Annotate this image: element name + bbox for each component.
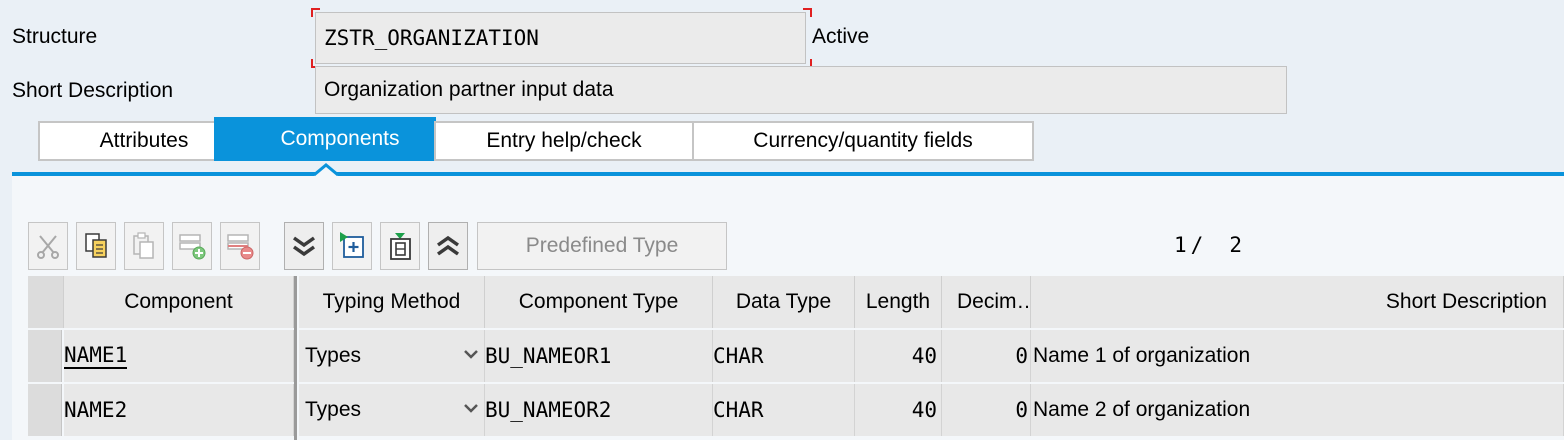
chevron-down-icon[interactable] — [464, 350, 478, 360]
typing-method-value: Types — [305, 344, 362, 367]
expand-all-icon — [292, 236, 316, 257]
column-header-decimals[interactable]: Decim… — [942, 276, 1038, 328]
delete-row-button[interactable] — [220, 222, 260, 270]
insert-icon — [340, 232, 364, 258]
column-header-label: Data Type — [735, 290, 832, 313]
cell-short-description[interactable]: Name 1 of organization — [1031, 330, 1564, 382]
predefined-type-button[interactable]: Predefined Type — [477, 222, 727, 270]
cell-typing-method[interactable]: Types — [299, 330, 485, 382]
column-header-label: Component Type — [518, 290, 679, 313]
column-header-component-type[interactable]: Component Type — [485, 276, 713, 328]
tab-attributes[interactable]: Attributes — [38, 121, 216, 161]
decimals-value: 0 — [1015, 344, 1028, 368]
fixed-column-separator[interactable] — [294, 276, 297, 440]
length-value: 40 — [911, 344, 937, 368]
structure-name-field[interactable]: ZSTR_ORGANIZATION — [315, 12, 806, 64]
predefined-type-label: Predefined Type — [525, 234, 679, 257]
cut-button[interactable] — [28, 222, 68, 270]
column-header-label: Decim… — [957, 290, 1038, 313]
component-value: NAME2 — [64, 398, 128, 422]
page-total: 2 — [1229, 233, 1242, 257]
copy-button[interactable] — [76, 222, 116, 270]
column-header-data-type[interactable]: Data Type — [713, 276, 855, 328]
cell-component[interactable]: NAME1 — [64, 330, 294, 382]
column-header-component[interactable]: Component — [64, 276, 294, 328]
decimals-value: 0 — [1015, 398, 1028, 422]
collapse-all-icon — [436, 235, 460, 256]
cell-data-type[interactable]: CHAR — [713, 330, 855, 382]
cell-typing-method[interactable]: Types — [299, 384, 485, 436]
focus-corner-tl — [311, 8, 320, 17]
cut-icon — [37, 235, 59, 259]
page-indicator: 1/ 2 — [1174, 233, 1242, 257]
column-header-typing-method[interactable]: Typing Method — [299, 276, 485, 328]
tab-label: Components — [280, 127, 400, 150]
insert-row-button[interactable] — [172, 222, 212, 270]
tab-label: Currency/quantity fields — [753, 129, 973, 152]
short-description-value: Name 2 of organization — [1033, 398, 1251, 421]
paste-icon — [133, 232, 154, 259]
panel-top-border — [12, 172, 1564, 176]
row-selector[interactable] — [28, 384, 62, 436]
paste-button[interactable] — [124, 222, 164, 270]
typing-method-value: Types — [305, 398, 362, 421]
cell-length[interactable]: 40 — [855, 330, 942, 382]
copy-down-icon — [390, 233, 411, 260]
column-header-length[interactable]: Length — [855, 276, 942, 328]
page-current: 1 — [1174, 233, 1187, 257]
cell-short-description[interactable]: Name 2 of organization — [1031, 384, 1564, 436]
table-row: NAME2 Types BU_NAMEOR2 CHAR 40 0 Name 2 … — [28, 384, 1564, 438]
chevron-down-icon[interactable] — [464, 404, 478, 414]
column-header-label: Length — [865, 290, 931, 313]
delete-row-icon — [227, 234, 254, 260]
cell-decimals[interactable]: 0 — [942, 384, 1031, 436]
insert-button[interactable] — [332, 222, 372, 270]
cell-length[interactable]: 40 — [855, 384, 942, 436]
copy-down-button[interactable] — [380, 222, 420, 270]
column-header-label: Short Description — [1385, 290, 1547, 313]
select-all-header[interactable] — [28, 276, 64, 328]
copy-icon — [85, 233, 107, 258]
tab-components[interactable]: Components — [214, 117, 436, 161]
expand-all-button[interactable] — [284, 222, 324, 270]
tab-label: Entry help/check — [486, 129, 642, 152]
cell-component[interactable]: NAME2 — [64, 384, 294, 436]
data-type-value: CHAR — [713, 344, 764, 368]
short-description-value: Name 1 of organization — [1033, 344, 1251, 367]
page-separator: / — [1190, 233, 1204, 257]
column-header-short-description[interactable]: Short Description — [1031, 276, 1564, 328]
component-type-value: BU_NAMEOR1 — [485, 344, 612, 368]
structure-label: Structure — [12, 25, 98, 48]
tab-entry-help-check[interactable]: Entry help/check — [434, 121, 694, 161]
column-header-label: Typing Method — [322, 290, 461, 313]
table-row: NAME1 Types BU_NAMEOR1 CHAR 40 0 Name 1 … — [28, 330, 1564, 384]
insert-row-icon — [179, 234, 206, 260]
length-value: 40 — [911, 398, 937, 422]
cell-data-type[interactable]: CHAR — [713, 384, 855, 436]
row-selector[interactable] — [28, 330, 62, 382]
data-type-value: CHAR — [713, 398, 764, 422]
component-type-value: BU_NAMEOR2 — [485, 398, 612, 422]
status-text: Active — [812, 25, 870, 48]
components-table: Component Typing Method Component Type D… — [28, 276, 1564, 440]
column-header-label: Component — [124, 290, 233, 313]
cell-decimals[interactable]: 0 — [942, 330, 1031, 382]
collapse-all-button[interactable] — [428, 222, 468, 270]
short-description-label: Short Description — [12, 79, 174, 102]
tab-currency-quantity-fields[interactable]: Currency/quantity fields — [692, 121, 1034, 161]
short-description-field[interactable]: Organization partner input data — [315, 66, 1287, 114]
component-value: NAME1 — [64, 343, 128, 369]
focus-corner-tr — [803, 8, 812, 17]
cell-component-type[interactable]: BU_NAMEOR2 — [485, 384, 713, 436]
cell-component-type[interactable]: BU_NAMEOR1 — [485, 330, 713, 382]
tab-label: Attributes — [99, 129, 189, 152]
active-tab-pointer-icon — [314, 163, 338, 176]
